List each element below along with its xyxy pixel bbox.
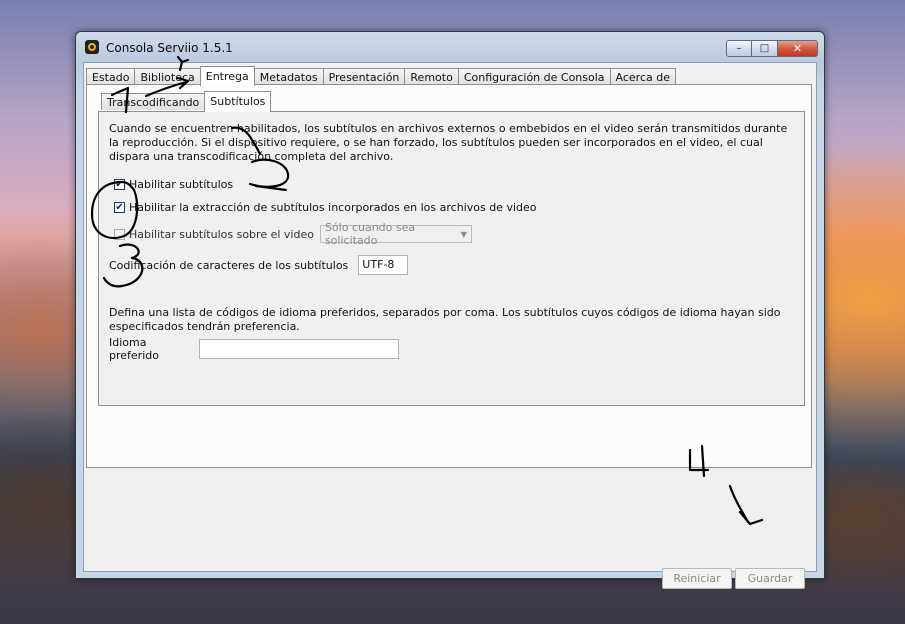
entrega-panel: Transcodificando Subtítulos Cuando se en… — [86, 84, 812, 468]
window-title: Consola Serviio 1.5.1 — [106, 41, 233, 55]
serviio-console-window: Consola Serviio 1.5.1 – □ ✕ Estado Bibli… — [75, 31, 825, 589]
reset-button[interactable]: Reiniciar — [662, 568, 732, 589]
encoding-input[interactable]: UTF-8 — [358, 255, 409, 275]
language-description: Defina una lista de códigos de idioma pr… — [109, 306, 781, 333]
tab-metadatos[interactable]: Metadatos — [253, 68, 324, 85]
chevron-down-icon: ▼ — [460, 229, 467, 239]
tab-entrega[interactable]: Entrega — [199, 66, 255, 86]
serviio-app-icon — [85, 40, 99, 54]
tab-biblioteca[interactable]: Biblioteca — [134, 68, 201, 85]
enable-extraction-checkbox[interactable]: ✔ — [114, 202, 125, 213]
minimize-button[interactable]: – — [726, 40, 752, 57]
burn-subtitles-checkbox[interactable] — [114, 228, 125, 240]
tab-configuracion-consola[interactable]: Configuración de Consola — [457, 68, 611, 85]
enable-subtitles-row[interactable]: ✔ Habilitar subtítulos — [114, 178, 233, 191]
save-button[interactable]: Guardar — [735, 568, 805, 589]
tab-remoto[interactable]: Remoto — [404, 68, 459, 85]
subtitles-panel: Cuando se encuentren habilitados, los su… — [98, 111, 805, 406]
sub-tab-bar: Transcodificando Subtítulos — [101, 91, 272, 112]
enable-subtitles-checkbox[interactable]: ✔ — [114, 179, 125, 190]
burn-subtitles-select-value: Sólo cuando sea solicitado — [324, 221, 416, 247]
preferred-language-row: Idioma preferido — [109, 336, 399, 362]
main-tab-bar: Estado Biblioteca Entrega Metadatos Pres… — [86, 66, 676, 86]
burn-subtitles-label: Habilitar subtítulos sobre el video — [129, 227, 314, 241]
enable-extraction-label: Habilitar la extracción de subtítulos in… — [129, 201, 537, 214]
window-client-area: Estado Biblioteca Entrega Metadatos Pres… — [83, 62, 817, 589]
tab-transcodificando[interactable]: Transcodificando — [101, 93, 206, 110]
encoding-row: Codificación de caracteres de los subtít… — [109, 255, 409, 275]
preferred-language-label: Idioma preferido — [109, 336, 159, 362]
maximize-button[interactable]: □ — [752, 40, 778, 57]
tab-acerca-de[interactable]: Acerca de — [609, 68, 676, 85]
burn-subtitles-row[interactable]: Habilitar subtítulos sobre el video Sólo… — [114, 221, 472, 247]
enable-extraction-row[interactable]: ✔ Habilitar la extracción de subtítulos … — [114, 201, 537, 214]
title-bar[interactable]: Consola Serviio 1.5.1 – □ ✕ — [76, 32, 824, 62]
preferred-language-input[interactable] — [199, 339, 399, 359]
enable-subtitles-label: Habilitar subtítulos — [129, 178, 234, 191]
tab-estado[interactable]: Estado — [86, 68, 136, 85]
window-controls: – □ ✕ — [726, 40, 818, 57]
tab-subtitulos[interactable]: Subtítulos — [204, 91, 272, 112]
close-button[interactable]: ✕ — [778, 40, 818, 57]
tab-presentacion[interactable]: Presentación — [322, 68, 406, 85]
encoding-label: Codificación de caracteres de los subtít… — [109, 258, 349, 272]
burn-subtitles-select[interactable]: Sólo cuando sea solicitado ▼ — [319, 221, 472, 247]
subtitles-description: Cuando se encuentren habilitados, los su… — [109, 122, 788, 163]
